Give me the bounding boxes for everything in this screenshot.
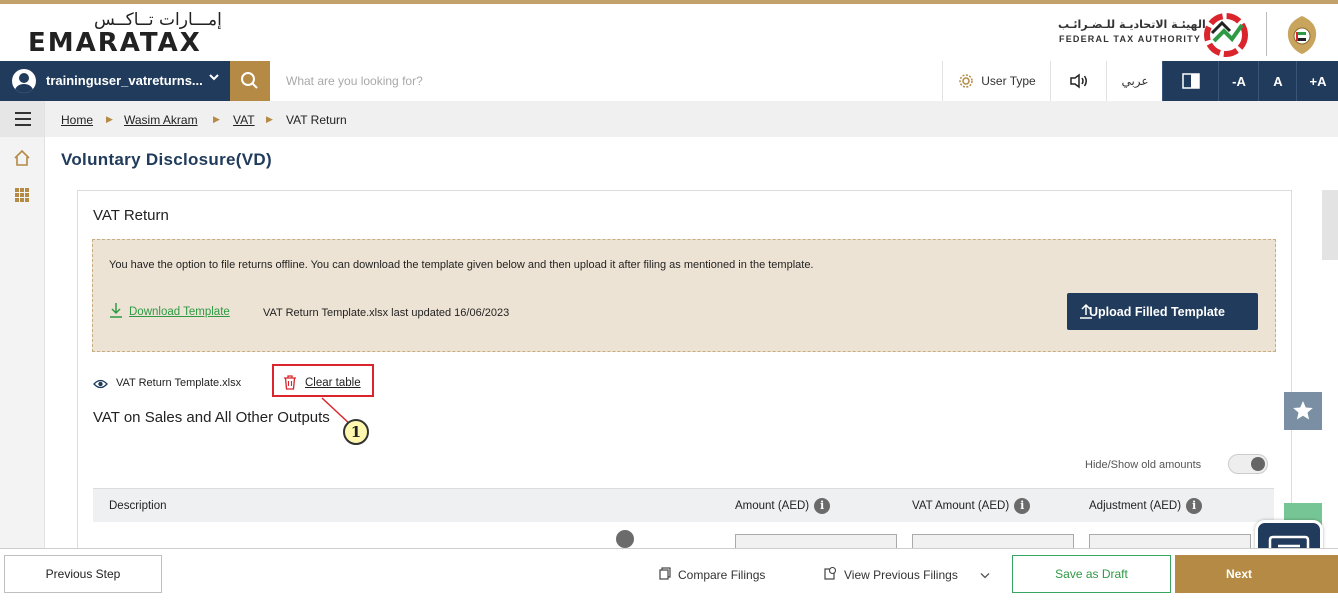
- download-icon: [110, 303, 122, 318]
- info-icon[interactable]: [616, 530, 634, 548]
- breadcrumb-taxpayer[interactable]: Wasim Akram: [124, 113, 198, 127]
- previous-step-button[interactable]: Previous Step: [4, 555, 162, 593]
- speaker-icon: [1070, 73, 1087, 89]
- fta-logo-icon: [1204, 13, 1248, 57]
- header-separator: [1266, 12, 1267, 56]
- template-meta: VAT Return Template.xlsx last updated 16…: [263, 307, 510, 319]
- contrast-button[interactable]: [1162, 61, 1219, 101]
- page-title: Voluntary Disclosure(VD): [61, 150, 272, 169]
- info-icon[interactable]: i: [814, 498, 831, 514]
- breadcrumb-vat[interactable]: VAT: [233, 113, 255, 127]
- authority-arabic: الهيئـة الاتحاديـة للـضـرائـب: [1058, 18, 1206, 31]
- column-adjustment: Adjustment (AED) i: [1089, 498, 1203, 514]
- clear-table-button[interactable]: Clear table: [305, 377, 361, 389]
- sidebar: [0, 101, 45, 548]
- toggle-label: Hide/Show old amounts: [1085, 459, 1202, 471]
- breadcrumb-arrow-icon: ▶: [106, 114, 113, 124]
- vat-amount-input[interactable]: [912, 534, 1074, 549]
- logo-arabic: إمـــارات تــاكــس: [94, 10, 222, 30]
- view-previous-filings-link[interactable]: View Previous Filings: [844, 568, 958, 582]
- upload-filled-template-button[interactable]: Upload Filled Template: [1067, 293, 1258, 330]
- user-menu[interactable]: traininguser_vatreturns...: [0, 61, 230, 101]
- download-template-link[interactable]: Download Template: [129, 306, 230, 318]
- breadcrumb-home[interactable]: Home: [61, 113, 93, 127]
- home-icon[interactable]: [12, 148, 32, 168]
- info-icon[interactable]: i: [1186, 498, 1203, 514]
- font-increase-button[interactable]: +A: [1296, 61, 1338, 101]
- chevron-down-icon: [208, 71, 220, 86]
- breadcrumb-current: VAT Return: [286, 113, 347, 127]
- search-input[interactable]: [272, 61, 956, 101]
- font-normal-button[interactable]: A: [1258, 61, 1297, 101]
- search-button[interactable]: [230, 61, 270, 101]
- menu-toggle-button[interactable]: [0, 101, 44, 137]
- user-type-label: User Type: [981, 74, 1036, 88]
- step-callout-badge: 1: [343, 419, 369, 445]
- logo-english[interactable]: EMARATAX: [28, 28, 202, 58]
- star-icon: [1293, 401, 1313, 420]
- eye-icon[interactable]: [93, 378, 108, 390]
- amount-input[interactable]: [735, 534, 897, 549]
- breadcrumb: Home ▶ Wasim Akram ▶ VAT ▶ VAT Return: [45, 101, 1338, 137]
- next-button[interactable]: Next: [1175, 555, 1338, 593]
- brand-header: إمـــارات تــاكــس EMARATAX الهيئـة الات…: [0, 4, 1338, 62]
- font-decrease-button[interactable]: -A: [1218, 61, 1259, 101]
- adjustment-input[interactable]: [1089, 534, 1251, 549]
- gear-icon: [959, 74, 974, 88]
- uae-emblem-icon: [1287, 16, 1317, 54]
- column-amount: Amount (AED) i: [735, 498, 831, 514]
- toggle-knob: [1251, 457, 1265, 471]
- old-amounts-toggle[interactable]: [1228, 454, 1268, 474]
- hamburger-icon: [15, 112, 31, 114]
- breadcrumb-arrow-icon: ▶: [213, 114, 220, 124]
- section-title: VAT on Sales and All Other Outputs: [93, 409, 330, 426]
- history-icon: [824, 567, 836, 580]
- upload-icon: [1080, 303, 1092, 319]
- save-as-draft-button[interactable]: Save as Draft: [1012, 555, 1171, 593]
- apps-grid-icon[interactable]: [12, 185, 32, 205]
- table-header: Description Amount (AED) i VAT Amount (AE…: [93, 488, 1274, 523]
- contrast-icon: [1182, 73, 1200, 89]
- authority-english: FEDERAL TAX AUTHORITY: [1059, 34, 1202, 44]
- column-description: Description: [109, 500, 167, 512]
- footer-actions: Previous Step Compare Filings View Previ…: [0, 548, 1338, 604]
- page-scrollbar[interactable]: [1322, 190, 1338, 260]
- search-icon: [241, 72, 258, 89]
- info-icon[interactable]: i: [1014, 498, 1031, 514]
- trash-icon: [284, 375, 296, 390]
- chevron-down-icon[interactable]: [979, 569, 991, 582]
- compare-filings-link[interactable]: Compare Filings: [678, 568, 765, 582]
- arabic-label: عربي: [1121, 74, 1149, 88]
- compare-icon: [659, 567, 671, 580]
- info-text: You have the option to file returns offl…: [109, 259, 814, 271]
- uploaded-file-name: VAT Return Template.xlsx: [116, 377, 242, 389]
- user-avatar-icon: [12, 69, 36, 93]
- favorite-button[interactable]: [1284, 392, 1322, 430]
- card-title: VAT Return: [93, 207, 169, 224]
- user-name: traininguser_vatreturns...: [46, 73, 203, 88]
- user-type-button[interactable]: User Type: [942, 61, 1051, 101]
- breadcrumb-arrow-icon: ▶: [266, 114, 273, 124]
- column-vat-amount: VAT Amount (AED) i: [912, 498, 1031, 514]
- top-navbar: traininguser_vatreturns... User Type عرب…: [0, 61, 1338, 102]
- audio-button[interactable]: [1050, 61, 1107, 101]
- language-toggle[interactable]: عربي: [1106, 61, 1163, 101]
